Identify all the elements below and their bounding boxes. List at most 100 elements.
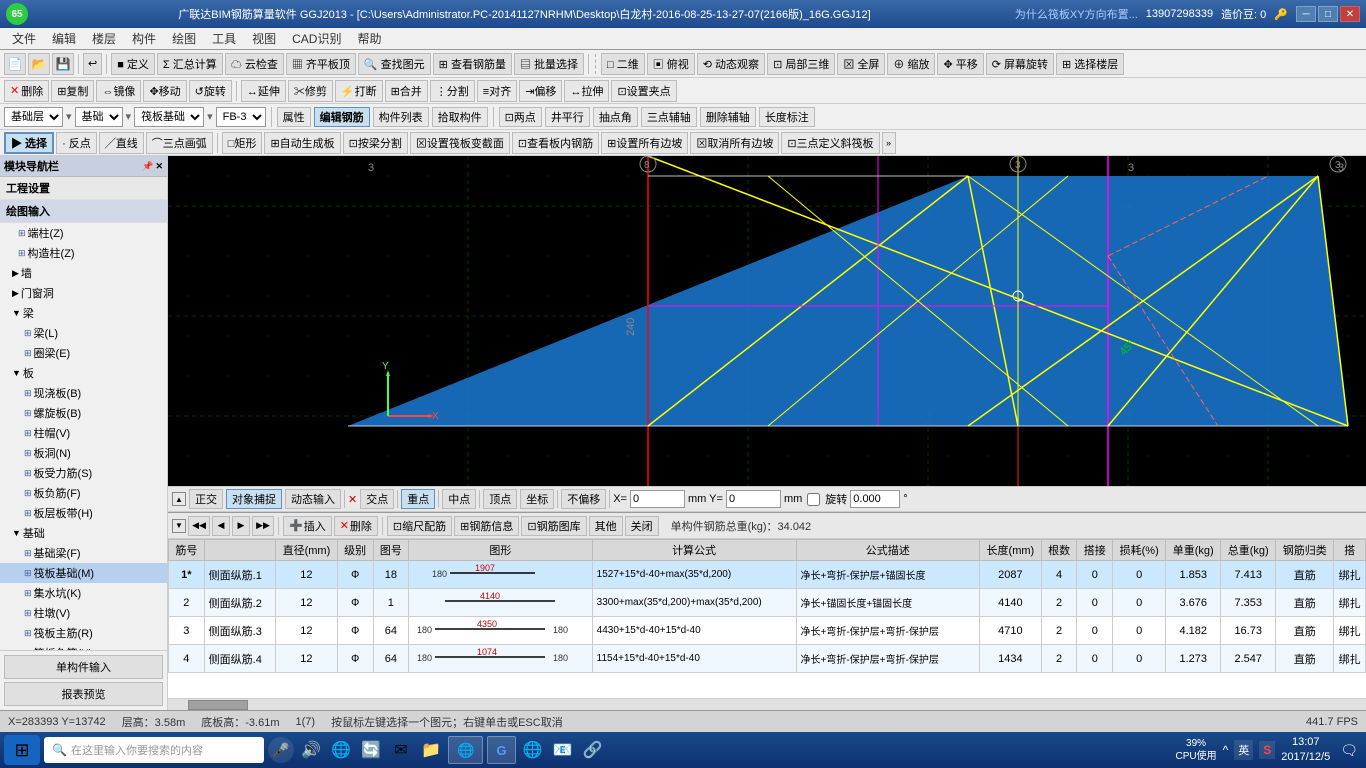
dynamic-input-btn[interactable]: 动态输入 bbox=[285, 489, 341, 509]
taskbar-browser[interactable]: 🌐 bbox=[448, 736, 483, 764]
sidebar-item-ringbeam[interactable]: ⊞圈梁(E) bbox=[0, 343, 167, 363]
sidebar-item-raftneg[interactable]: ⊞筏板负筋(X) bbox=[0, 643, 167, 650]
tb-grip[interactable]: ⊡设置夹点 bbox=[611, 80, 676, 102]
tb-partial3d[interactable]: ⊡ 局部三维 bbox=[767, 53, 835, 75]
tb-pick[interactable]: 拾取构件 bbox=[432, 107, 488, 127]
tb-mirror[interactable]: ⇔镜像 bbox=[96, 80, 141, 102]
object-snap-btn[interactable]: 对象捕捉 bbox=[226, 489, 282, 509]
search-bar[interactable]: 🔍 在这里输入你要搜索的内容 bbox=[44, 737, 264, 763]
tb-dynamic[interactable]: ⟲ 动态观察 bbox=[697, 53, 765, 75]
sidebar-item-door[interactable]: ▶门窗洞 bbox=[0, 283, 167, 303]
sidebar-item-coldundge[interactable]: ⊞柱墩(V) bbox=[0, 603, 167, 623]
menu-edit[interactable]: 编辑 bbox=[44, 28, 84, 49]
rebar-nav-last[interactable]: ▶▶ bbox=[252, 516, 274, 536]
layer-select-2[interactable]: 基础 bbox=[75, 107, 123, 127]
tb-extend[interactable]: ↔延伸 bbox=[241, 80, 286, 102]
tb-dotpoint[interactable]: · 反点 bbox=[56, 132, 97, 154]
centerpoint-btn[interactable]: 中点 bbox=[442, 489, 476, 509]
sidebar-item-beam-l[interactable]: ⊞梁(L) bbox=[0, 323, 167, 343]
tb-deleteaxis[interactable]: 删除辅轴 bbox=[700, 107, 756, 127]
table-row[interactable]: 1* 侧面纵筋.1 12 Ф 18 1801907 1527+15*d-40+m… bbox=[169, 561, 1366, 589]
menu-构件[interactable]: 构件 bbox=[124, 28, 164, 49]
tb-sectionchange[interactable]: ⊠设置筏板变截面 bbox=[410, 132, 510, 154]
rebar-library-btn[interactable]: ⊡钢筋图库 bbox=[521, 516, 586, 536]
rotate-checkbox[interactable] bbox=[807, 493, 820, 506]
sidebar-item-foundbeam[interactable]: ⊞基础梁(F) bbox=[0, 543, 167, 563]
maximize-btn[interactable]: □ bbox=[1318, 6, 1338, 22]
tb-screenrotate[interactable]: ⟳ 屏幕旋转 bbox=[986, 53, 1054, 75]
sidebar-item-raftmain[interactable]: ⊞筏板主筋(R) bbox=[0, 623, 167, 643]
tb-divide[interactable]: ⋮分割 bbox=[430, 80, 475, 102]
tb-cancelslope[interactable]: ⊠取消所有边坡 bbox=[690, 132, 779, 154]
vertex-btn[interactable]: 顶点 bbox=[483, 489, 517, 509]
rebar-insert-btn[interactable]: ➕插入 bbox=[283, 516, 332, 536]
sidebar-item-structcol[interactable]: ⊞构造柱(Z) bbox=[0, 243, 167, 263]
sidebar-item-spiralslab[interactable]: ⊞螺旋板(B) bbox=[0, 403, 167, 423]
tb-save[interactable]: 💾 bbox=[52, 53, 74, 75]
question-link[interactable]: 为什么筏板XY方向布置... bbox=[1015, 6, 1138, 22]
tb-findelement[interactable]: 🔍 查找图元 bbox=[358, 53, 431, 75]
coord-btn[interactable]: 坐标 bbox=[520, 489, 554, 509]
table-row[interactable]: 4 侧面纵筋.4 12 Ф 64 1801074180 1154+15*d-40… bbox=[169, 645, 1366, 673]
rebar-table-container[interactable]: 筋号 直径(mm) 级别 图号 图形 计算公式 公式描述 长度(mm) 根数 bbox=[168, 539, 1366, 698]
tb-lengthdim[interactable]: 长度标注 bbox=[759, 107, 815, 127]
sidebar-item-drawing[interactable]: 绘图输入 bbox=[0, 200, 167, 223]
tb-break[interactable]: ⚡打断 bbox=[335, 80, 383, 102]
rebar-nav-next[interactable]: ▶ bbox=[232, 516, 250, 536]
tb-selectfloor[interactable]: ⊞ 选择楼层 bbox=[1056, 53, 1124, 75]
rebar-close-btn[interactable]: 关闭 bbox=[625, 516, 659, 536]
intersection-btn[interactable]: 交点 bbox=[360, 489, 394, 509]
sidebar-item-wall[interactable]: ▶墙 bbox=[0, 263, 167, 283]
sidebar-pin[interactable]: 📌 bbox=[142, 161, 153, 172]
tb-property[interactable]: 属性 bbox=[277, 107, 311, 127]
tb-trim[interactable]: ✂修剪 bbox=[288, 80, 333, 102]
sidebar-item-beam[interactable]: ▼梁 bbox=[0, 303, 167, 323]
tb-arc[interactable]: ⌒三点画弧 bbox=[146, 132, 213, 154]
tb-define[interactable]: ■ 定义 bbox=[111, 53, 155, 75]
element-type-select[interactable]: 筏板基础 bbox=[134, 107, 204, 127]
sidebar-item-foundation[interactable]: ▼基础 bbox=[0, 523, 167, 543]
menu-view[interactable]: 视图 bbox=[244, 28, 284, 49]
rebar-scale-btn[interactable]: ⊡缩尺配筋 bbox=[387, 516, 452, 536]
taskbar-explorer[interactable]: 📁 bbox=[418, 737, 444, 763]
tb-pan[interactable]: ✥ 平移 bbox=[937, 53, 983, 75]
tb-parts-list[interactable]: 构件列表 bbox=[373, 107, 429, 127]
tb-rotate[interactable]: ↺旋转 bbox=[189, 80, 232, 102]
tb-twopoint[interactable]: ⊡两点 bbox=[499, 107, 542, 127]
taskbar-app8[interactable]: 🔗 bbox=[580, 737, 606, 763]
sidebar-item-endcol[interactable]: ⊞端柱(Z) bbox=[0, 223, 167, 243]
menu-绘图[interactable]: 绘图 bbox=[164, 28, 204, 49]
tb-parallel[interactable]: 井平行 bbox=[545, 107, 590, 127]
sidebar-item-colcap[interactable]: ⊞柱帽(V) bbox=[0, 423, 167, 443]
midpoint-btn[interactable]: 重点 bbox=[401, 489, 435, 509]
sidebar-item-slabforce[interactable]: ⊞板受力筋(S) bbox=[0, 463, 167, 483]
menu-file[interactable]: 文件 bbox=[4, 28, 44, 49]
cad-canvas-area[interactable]: 240 3 3 3 45° bbox=[168, 156, 1366, 486]
table-row[interactable]: 3 侧面纵筋.3 12 Ф 64 1804350180 4430+15*d-40… bbox=[169, 617, 1366, 645]
tb-offset[interactable]: ⇥偏移 bbox=[519, 80, 562, 102]
tb-merge[interactable]: ⊞合并 bbox=[385, 80, 428, 102]
tb-open[interactable]: 📂 bbox=[28, 53, 50, 75]
tb-expand[interactable]: » bbox=[882, 132, 896, 154]
minimize-btn[interactable]: ─ bbox=[1296, 6, 1316, 22]
sidebar-close[interactable]: ✕ bbox=[155, 161, 163, 172]
sidebar-item-slabhole[interactable]: ⊞板洞(N) bbox=[0, 443, 167, 463]
layer-select-1[interactable]: 基础层 bbox=[4, 107, 63, 127]
start-button[interactable]: ⊞ bbox=[4, 735, 40, 765]
taskbar-app7[interactable]: 📧 bbox=[550, 737, 576, 763]
menu-help[interactable]: 帮助 bbox=[349, 28, 389, 49]
tb-zoom[interactable]: ⊕ 缩放 bbox=[887, 53, 935, 75]
no-offset-btn[interactable]: 不偏移 bbox=[561, 489, 606, 509]
taskbar-ie[interactable]: 🌐 bbox=[328, 737, 354, 763]
tb-3pointaxis[interactable]: 三点辅轴 bbox=[641, 107, 697, 127]
tb-splitbybeam[interactable]: ⊡按梁分割 bbox=[343, 132, 408, 154]
single-element-btn[interactable]: 单构件输入 bbox=[4, 655, 163, 679]
rebar-other-btn[interactable]: 其他 bbox=[589, 516, 623, 536]
sidebar-item-settings[interactable]: 工程设置 bbox=[0, 177, 167, 200]
taskbar-brand-s[interactable]: S bbox=[1259, 741, 1275, 759]
menu-楼层[interactable]: 楼层 bbox=[84, 28, 124, 49]
tb-copy[interactable]: ⊞复制 bbox=[51, 80, 94, 102]
taskbar-cortana[interactable]: 🔊 bbox=[298, 737, 324, 763]
x-input[interactable] bbox=[630, 490, 685, 508]
tb-autoslab[interactable]: ⊞自动生成板 bbox=[264, 132, 340, 154]
